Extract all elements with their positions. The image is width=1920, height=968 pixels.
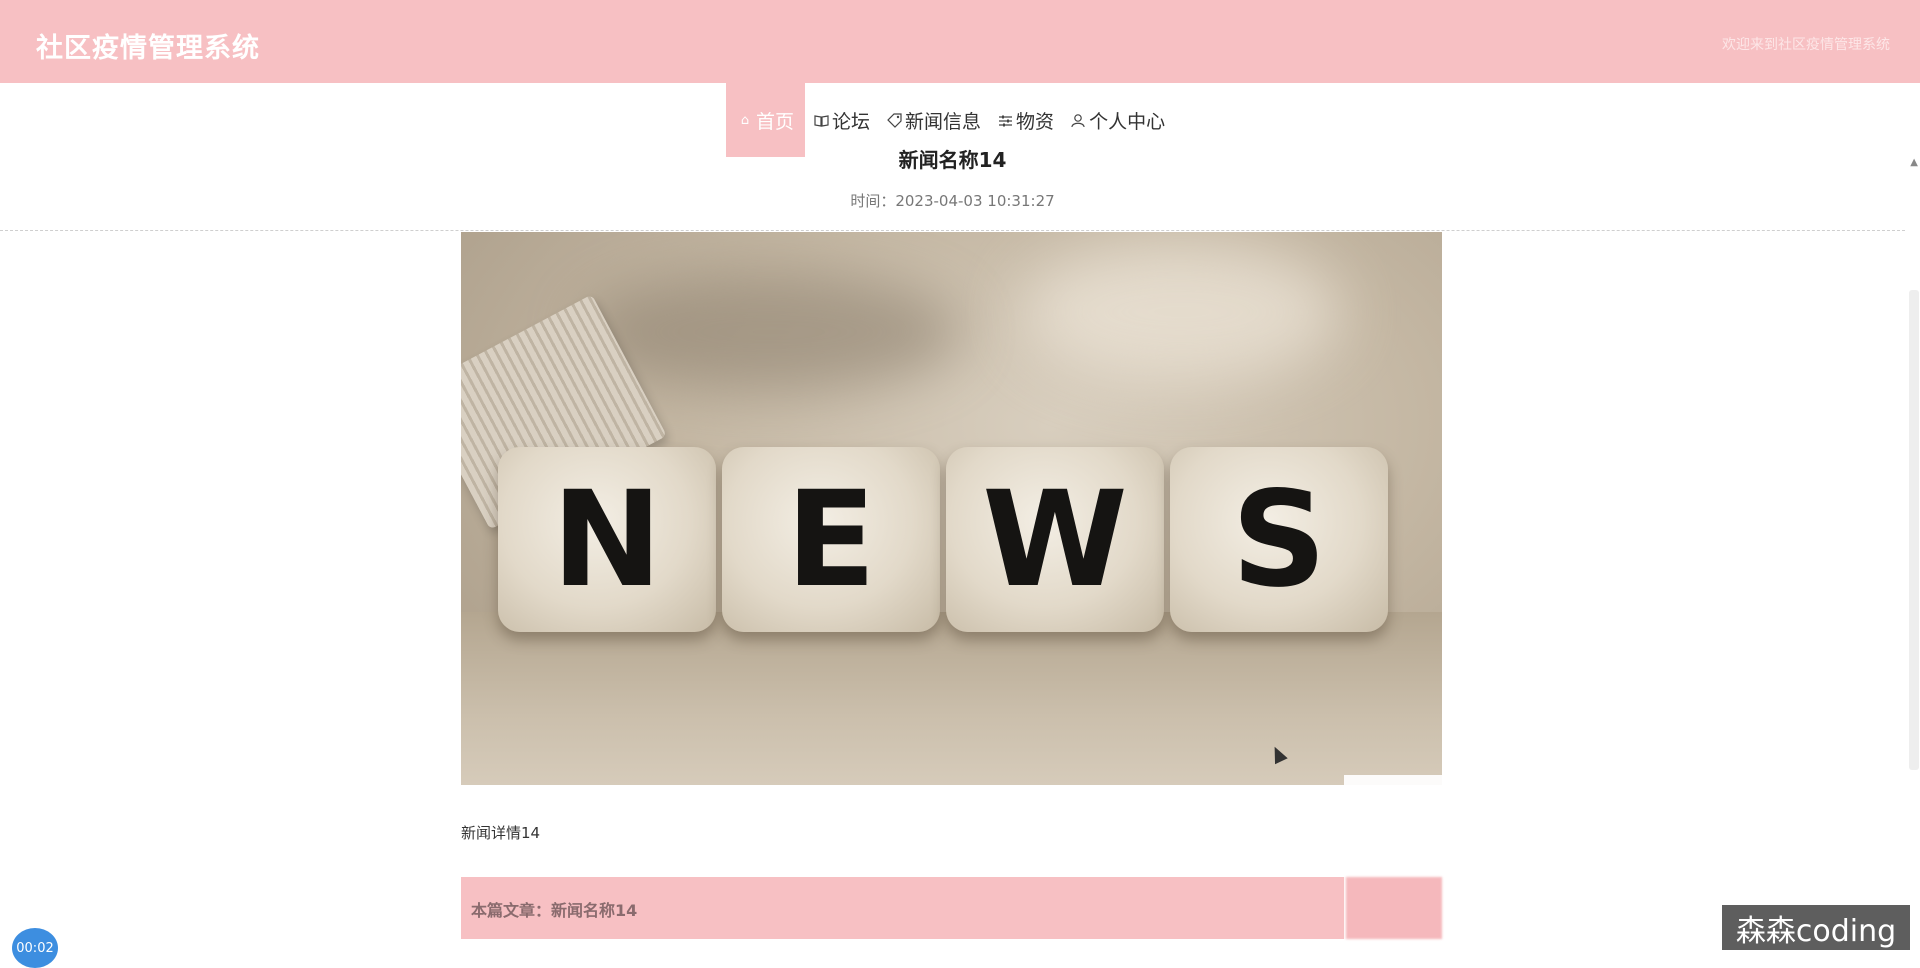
- user-icon: [1070, 112, 1086, 128]
- letter-cube: N: [498, 447, 716, 632]
- article-footer-label: 本篇文章：新闻名称14: [471, 901, 638, 920]
- nav-item-label: 个人中心: [1089, 110, 1166, 133]
- watermark: 森森coding: [1722, 905, 1910, 950]
- footer-action-button[interactable]: [1346, 877, 1442, 939]
- book-icon: [813, 112, 829, 128]
- home-icon: ⌂: [740, 112, 750, 128]
- nav-item-label: 物资: [1016, 110, 1055, 133]
- scroll-up-arrow[interactable]: ▲: [1910, 157, 1918, 168]
- letter-cube: W: [946, 447, 1164, 632]
- timer-badge: 00:02: [12, 928, 58, 968]
- top-header: 社区疫情管理系统 欢迎来到社区疫情管理系统: [0, 0, 1920, 83]
- article-image: N E W S: [461, 232, 1442, 785]
- nav-item-label: 新闻信息: [905, 110, 982, 133]
- article-time: 时间：2023-04-03 10:31:27: [850, 192, 1055, 210]
- scrollbar-thumb[interactable]: [1909, 290, 1919, 770]
- site-title[interactable]: 社区疫情管理系统: [36, 26, 260, 65]
- article-title: 新闻名称14: [898, 148, 1007, 172]
- letter-cube: E: [722, 447, 940, 632]
- sliders-icon: [997, 112, 1013, 128]
- welcome-text: 欢迎来到社区疫情管理系统: [1722, 37, 1890, 53]
- tag-icon: [886, 112, 902, 128]
- news-cubes: N E W S: [498, 447, 1388, 632]
- nav-item-label: 论坛: [832, 110, 871, 133]
- nav-item-label: 首页: [756, 110, 795, 133]
- article-detail: 新闻详情14: [461, 824, 541, 842]
- article-header: 新闻名称14 时间：2023-04-03 10:31:27: [0, 140, 1905, 231]
- article-footer-bar: 本篇文章：新闻名称14: [461, 877, 1442, 939]
- letter-cube: S: [1170, 447, 1388, 632]
